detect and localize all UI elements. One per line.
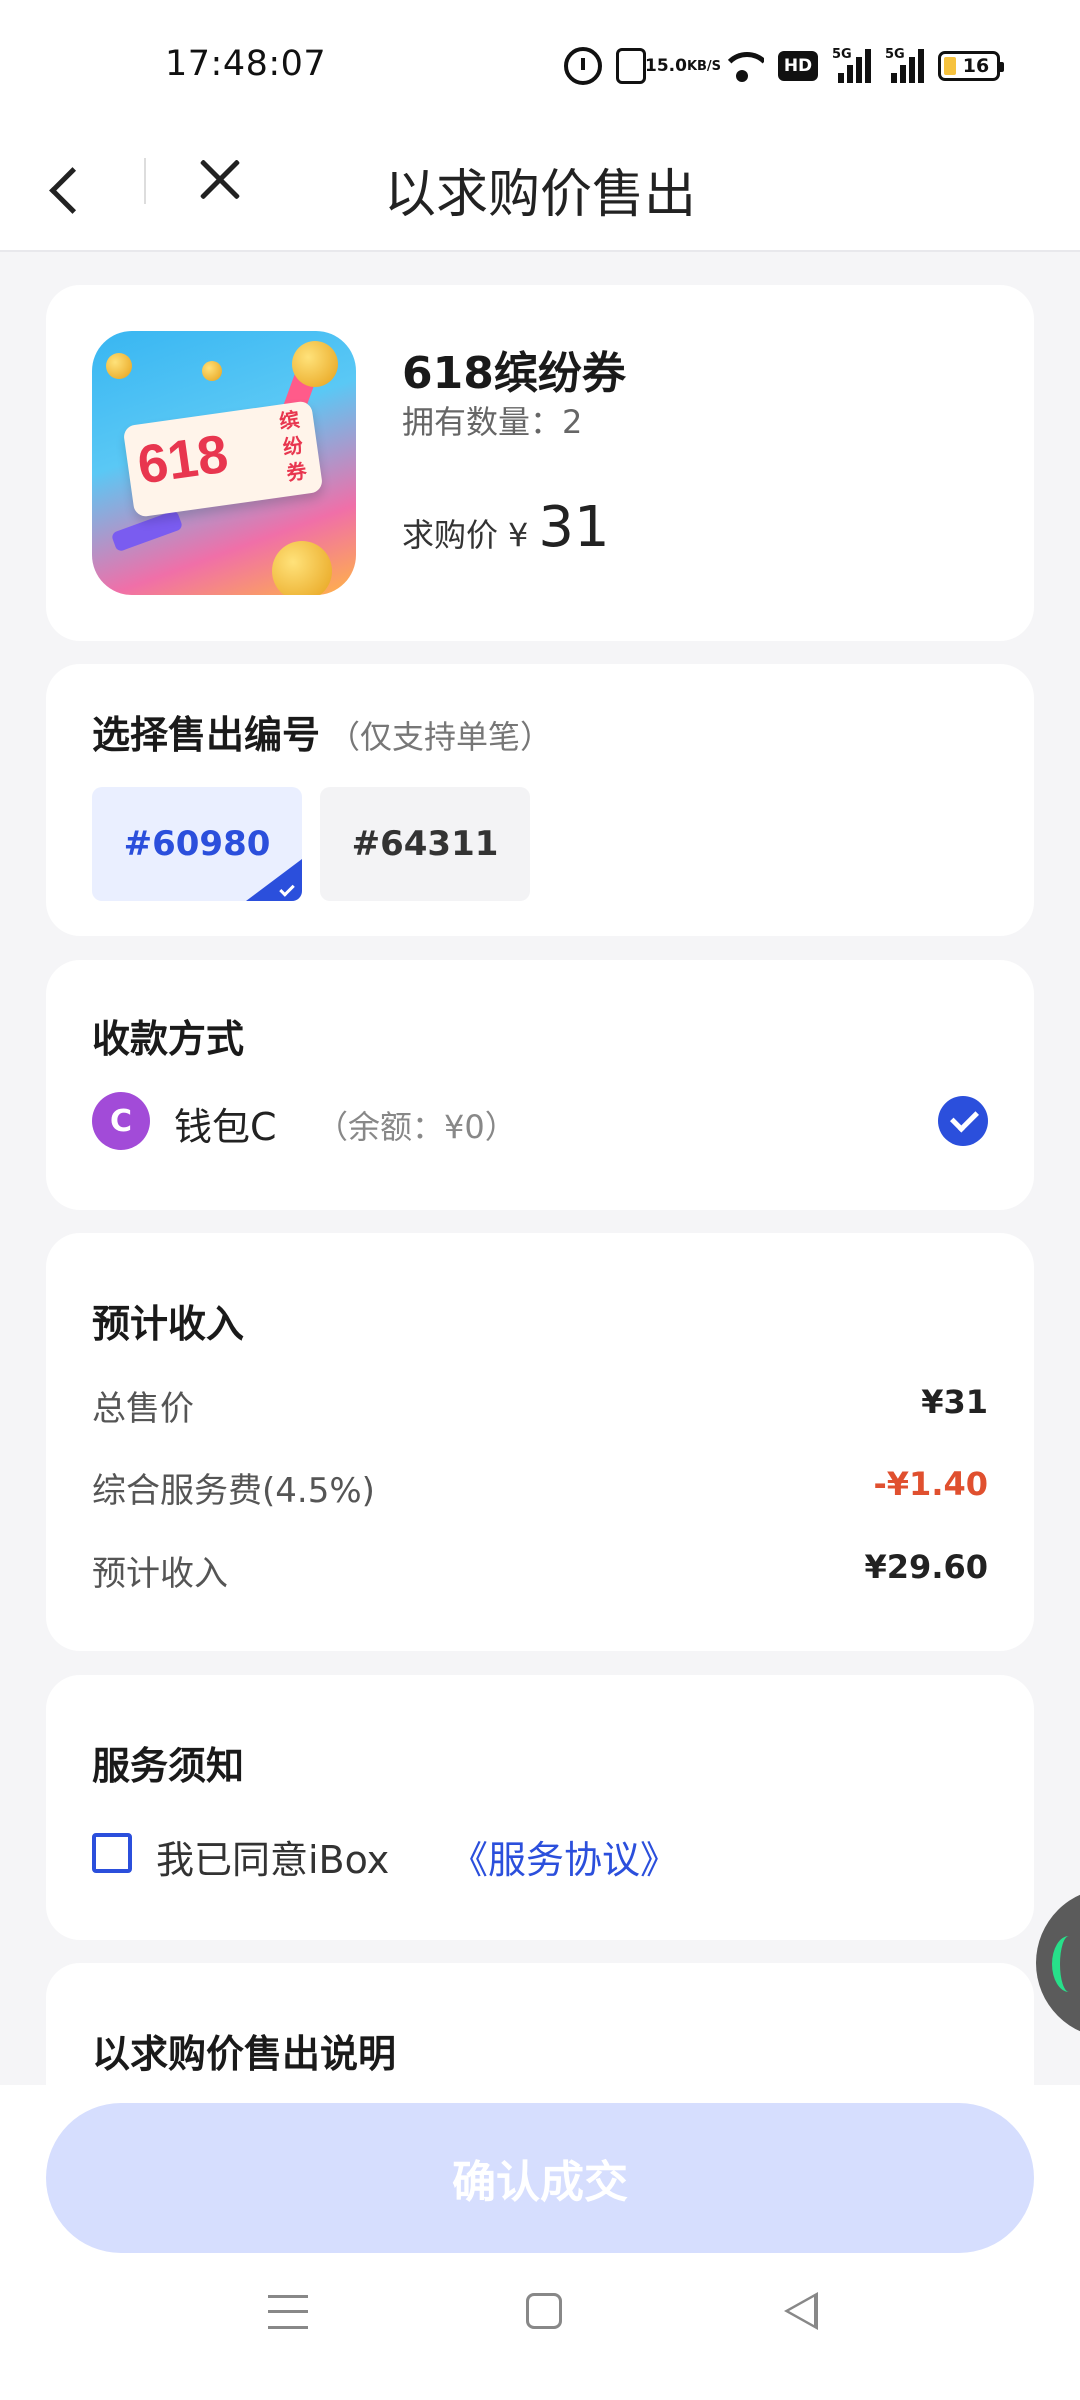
- floating-assistant-icon[interactable]: [1036, 1888, 1080, 2038]
- confirm-deal-button[interactable]: 确认成交: [46, 2103, 1034, 2253]
- serial-option-label: #64311: [351, 824, 499, 864]
- battery-level: 16: [962, 55, 990, 77]
- service-fee-label: 综合服务费(4.5%): [92, 1471, 375, 1511]
- network-speed-unit: KB/S: [686, 58, 722, 74]
- product-image[interactable]: 618 缤纷券: [92, 331, 356, 595]
- nav-menu-icon[interactable]: [268, 2295, 308, 2329]
- signal-icon: 5G: [832, 47, 871, 83]
- total-price-label: 总售价: [92, 1389, 194, 1429]
- coupon-graphic-text: 缤纷券: [277, 407, 309, 486]
- status-bar: 17:48:07 15.0 KB/S HD 5G 5G 16: [0, 0, 1080, 130]
- status-icons: 15.0 KB/S HD 5G 5G 16: [564, 46, 1004, 86]
- coupon-graphic: 618 缤纷券: [122, 400, 324, 518]
- owned-quantity: 拥有数量：2: [402, 403, 583, 441]
- service-notice-card: 服务须知 我已同意iBox 《服务协议》: [46, 1675, 1034, 1940]
- estimated-income-card: 预计收入 总售价 ¥31 综合服务费(4.5%) -¥1.40 预计收入 ¥29…: [46, 1233, 1034, 1651]
- ask-price-currency: ¥: [508, 516, 529, 554]
- serial-note: （仅支持单笔）: [328, 718, 553, 756]
- payment-selected-check-icon[interactable]: [938, 1096, 988, 1146]
- product-card: 618 缤纷券 618缤纷券 拥有数量：2 求购价 ¥ 31: [46, 285, 1034, 641]
- wallet-c-icon: C: [92, 1092, 150, 1150]
- network-speed-value: 15.0: [644, 55, 687, 76]
- service-agreement-link[interactable]: 《服务协议》: [450, 1829, 678, 1884]
- income-value: ¥29.60: [864, 1548, 988, 1586]
- serial-option-label: #60980: [123, 824, 271, 864]
- coupon-graphic-number: 618: [133, 423, 232, 496]
- serial-option-selected[interactable]: #60980: [92, 787, 302, 901]
- selected-corner-icon: [246, 859, 302, 901]
- income-title: 预计收入: [92, 1302, 245, 1346]
- wallet-balance: （余额：¥0）: [316, 1108, 517, 1146]
- notice-title: 服务须知: [92, 1744, 245, 1788]
- product-name: 618缤纷券: [402, 348, 626, 399]
- vibrate-icon: [616, 48, 646, 84]
- signal-label: 5G: [885, 47, 905, 62]
- alarm-icon: [564, 47, 602, 85]
- service-fee-value: -¥1.40: [873, 1465, 989, 1503]
- ask-price-label: 求购价: [402, 516, 499, 554]
- status-time: 17:48:07: [165, 44, 327, 84]
- agree-text[interactable]: 我已同意iBox: [156, 1829, 389, 1884]
- income-label: 预计收入: [92, 1554, 228, 1594]
- payment-method-card: 收款方式 C 钱包C （余额：¥0）: [46, 960, 1034, 1210]
- hd-icon: HD: [778, 51, 818, 81]
- explanation-title: 以求购价售出说明: [92, 2032, 397, 2076]
- ask-price-amount: 31: [538, 495, 610, 560]
- battery-icon: 16: [938, 51, 1004, 81]
- network-speed-icon: 15.0 KB/S: [645, 57, 721, 75]
- serial-section-title: 选择售出编号 （仅支持单笔）: [92, 704, 552, 759]
- signal-icon: 5G: [885, 47, 924, 83]
- wifi-icon: [720, 48, 764, 84]
- page-title: 以求购价售出: [383, 165, 696, 225]
- nav-home-icon[interactable]: [526, 2293, 562, 2329]
- bottom-bar: 确认成交: [0, 2085, 1080, 2400]
- wallet-name[interactable]: 钱包C: [174, 1096, 277, 1151]
- nav-back-icon[interactable]: [784, 2292, 818, 2330]
- total-price-value: ¥31: [921, 1383, 988, 1421]
- payment-title: 收款方式: [92, 1017, 245, 1061]
- ask-price: 求购价 ¥ 31: [402, 495, 610, 560]
- agree-checkbox[interactable]: [92, 1833, 132, 1873]
- serial-select-card: 选择售出编号 （仅支持单笔） #60980 #64311: [46, 664, 1034, 936]
- page-header: 以求购价售出: [0, 130, 1080, 252]
- explanation-card: 以求购价售出说明: [46, 1963, 1034, 2103]
- serial-title-text: 选择售出编号: [92, 713, 321, 757]
- serial-option[interactable]: #64311: [320, 787, 530, 901]
- signal-label: 5G: [832, 47, 852, 62]
